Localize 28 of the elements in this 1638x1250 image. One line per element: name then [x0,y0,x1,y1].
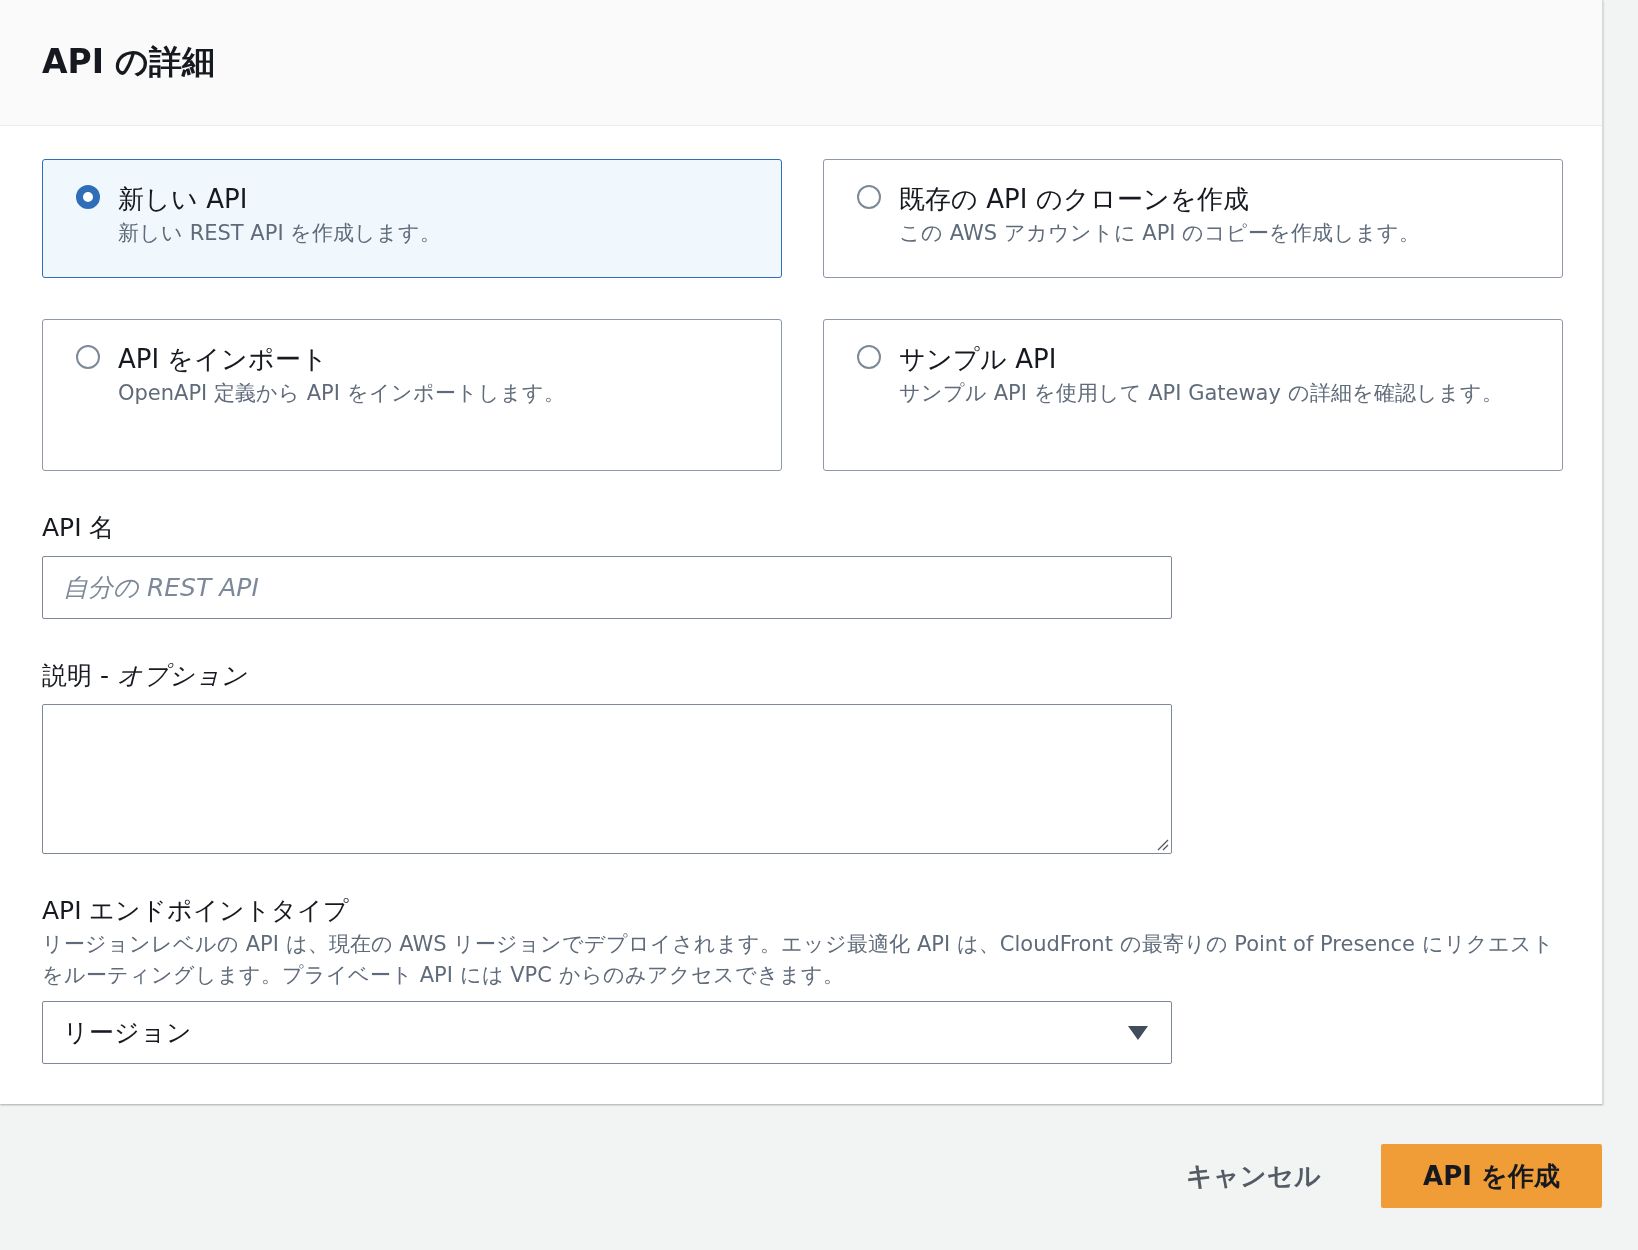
resize-handle-icon[interactable] [1155,837,1169,851]
panel-title: API の詳細 [42,41,216,83]
radio-button[interactable] [857,185,881,209]
option-description: サンプル API を使用して API Gateway の詳細を確認します。 [899,380,1503,407]
radio-button[interactable] [76,185,100,209]
cancel-button[interactable]: キャンセル [1166,1148,1342,1204]
option-description: OpenAPI 定義から API をインポートします。 [118,380,565,407]
option-title: 既存の API のクローンを作成 [899,183,1250,216]
textarea-field[interactable] [42,704,1172,854]
option-title: 新しい API [118,183,249,216]
select-field[interactable]: リージョン [42,1001,1172,1064]
create-button[interactable]: API を作成 [1381,1144,1602,1208]
field-label: API 名 [42,512,116,544]
input-field[interactable]: 自分の REST API [42,556,1172,619]
field-label: API エンドポイントタイプ [42,895,351,927]
option-description: 新しい REST API を作成します。 [118,220,442,247]
option-title: API をインポート [118,343,330,376]
option-tile[interactable]: API をインポート OpenAPI 定義から API をインポートします。 [42,319,782,471]
option-tile[interactable]: 新しい API 新しい REST API を作成します。 [42,159,782,278]
field-description: リージョンレベルの API は、現在の AWS リージョンでデプロイされます。エッジ最適化 API は、CloudFront の最寄りの Point of Presence にリクエストをルーティングします。プライベート API には VPC からのみアクセスできます。 [42,931,1555,989]
radio-button[interactable] [857,345,881,369]
option-tile[interactable]: 既存の API のクローンを作成 この AWS アカウントに API のコピーを作成します。 [823,159,1563,278]
radio-button[interactable] [76,345,100,369]
field-label: 説明 - オプション [42,660,248,692]
option-description: この AWS アカウントに API のコピーを作成します。 [899,220,1421,247]
option-tile[interactable]: サンプル API サンプル API を使用して API Gateway の詳細を確認します。 [823,319,1563,471]
option-title: サンプル API [899,343,1058,376]
caret-icon [1127,1024,1149,1041]
